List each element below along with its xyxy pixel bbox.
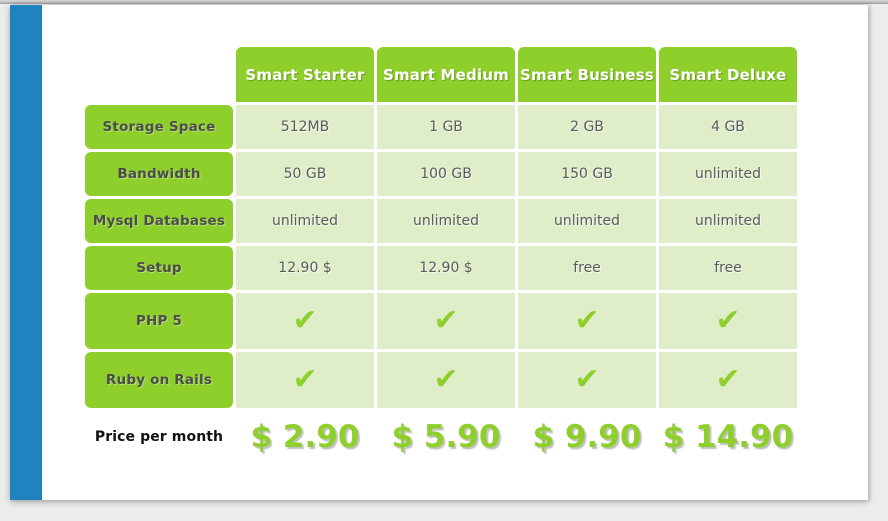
plan-header-smart-business[interactable]: Smart Business	[518, 47, 656, 102]
feature-label-php-5: PHP 5	[85, 293, 233, 349]
table-header-row: Smart Starter Smart Medium Smart Busines…	[85, 47, 797, 102]
price-row-label: Price per month	[94, 429, 224, 445]
corner-cell	[85, 47, 233, 102]
check-icon: ✔	[433, 362, 459, 397]
cell-storage-space-medium: 1 GB	[377, 105, 515, 149]
pricing-table-container: Smart Starter Smart Medium Smart Busines…	[82, 44, 797, 466]
feature-label-bandwidth: Bandwidth	[85, 152, 233, 196]
check-icon: ✔	[433, 303, 459, 338]
table-row: Setup 12.90 $ 12.90 $ free free	[85, 246, 797, 290]
cell-ruby-on-rails-starter: ✔	[236, 352, 374, 408]
price-smart-medium: $ 5.90	[391, 419, 501, 455]
feature-label-setup: Setup	[85, 246, 233, 290]
check-icon: ✔	[574, 303, 600, 338]
price-smart-deluxe: $ 14.90	[662, 419, 794, 455]
check-icon: ✔	[715, 303, 741, 338]
cell-bandwidth-deluxe: unlimited	[659, 152, 797, 196]
left-accent-rail	[10, 5, 42, 500]
cell-php-5-starter: ✔	[236, 293, 374, 349]
cell-setup-deluxe: free	[659, 246, 797, 290]
pricing-table: Smart Starter Smart Medium Smart Busines…	[82, 44, 800, 466]
cell-mysql-databases-deluxe: unlimited	[659, 199, 797, 243]
cell-setup-business: free	[518, 246, 656, 290]
cell-mysql-databases-business: unlimited	[518, 199, 656, 243]
cell-storage-space-business: 2 GB	[518, 105, 656, 149]
cell-ruby-on-rails-medium: ✔	[377, 352, 515, 408]
feature-label-mysql-databases: Mysql Databases	[85, 199, 233, 243]
check-icon: ✔	[292, 303, 318, 338]
page-canvas: Smart Starter Smart Medium Smart Busines…	[10, 5, 868, 500]
price-row: Price per month $ 2.90 $ 5.90 $ 9.90 $ 1…	[85, 411, 797, 463]
cell-ruby-on-rails-deluxe: ✔	[659, 352, 797, 408]
plan-header-smart-medium[interactable]: Smart Medium	[377, 47, 515, 102]
table-row: PHP 5 ✔ ✔ ✔ ✔	[85, 293, 797, 349]
cell-storage-space-starter: 512MB	[236, 105, 374, 149]
table-row: Storage Space 512MB 1 GB 2 GB 4 GB	[85, 105, 797, 149]
cell-bandwidth-business: 150 GB	[518, 152, 656, 196]
price-smart-business: $ 9.90	[532, 419, 642, 455]
cell-php-5-business: ✔	[518, 293, 656, 349]
cell-bandwidth-medium: 100 GB	[377, 152, 515, 196]
cell-setup-starter: 12.90 $	[236, 246, 374, 290]
cell-mysql-databases-starter: unlimited	[236, 199, 374, 243]
table-row: Ruby on Rails ✔ ✔ ✔ ✔	[85, 352, 797, 408]
cell-setup-medium: 12.90 $	[377, 246, 515, 290]
table-row: Bandwidth 50 GB 100 GB 150 GB unlimited	[85, 152, 797, 196]
price-smart-starter: $ 2.90	[250, 419, 360, 455]
plan-header-smart-starter[interactable]: Smart Starter	[236, 47, 374, 102]
window-top-edge	[0, 0, 888, 4]
feature-label-ruby-on-rails: Ruby on Rails	[85, 352, 233, 408]
cell-bandwidth-starter: 50 GB	[236, 152, 374, 196]
table-row: Mysql Databases unlimited unlimited unli…	[85, 199, 797, 243]
cell-php-5-medium: ✔	[377, 293, 515, 349]
check-icon: ✔	[574, 362, 600, 397]
feature-label-storage-space: Storage Space	[85, 105, 233, 149]
cell-storage-space-deluxe: 4 GB	[659, 105, 797, 149]
cell-mysql-databases-medium: unlimited	[377, 199, 515, 243]
cell-ruby-on-rails-business: ✔	[518, 352, 656, 408]
check-icon: ✔	[292, 362, 318, 397]
check-icon: ✔	[715, 362, 741, 397]
plan-header-smart-deluxe[interactable]: Smart Deluxe	[659, 47, 797, 102]
cell-php-5-deluxe: ✔	[659, 293, 797, 349]
